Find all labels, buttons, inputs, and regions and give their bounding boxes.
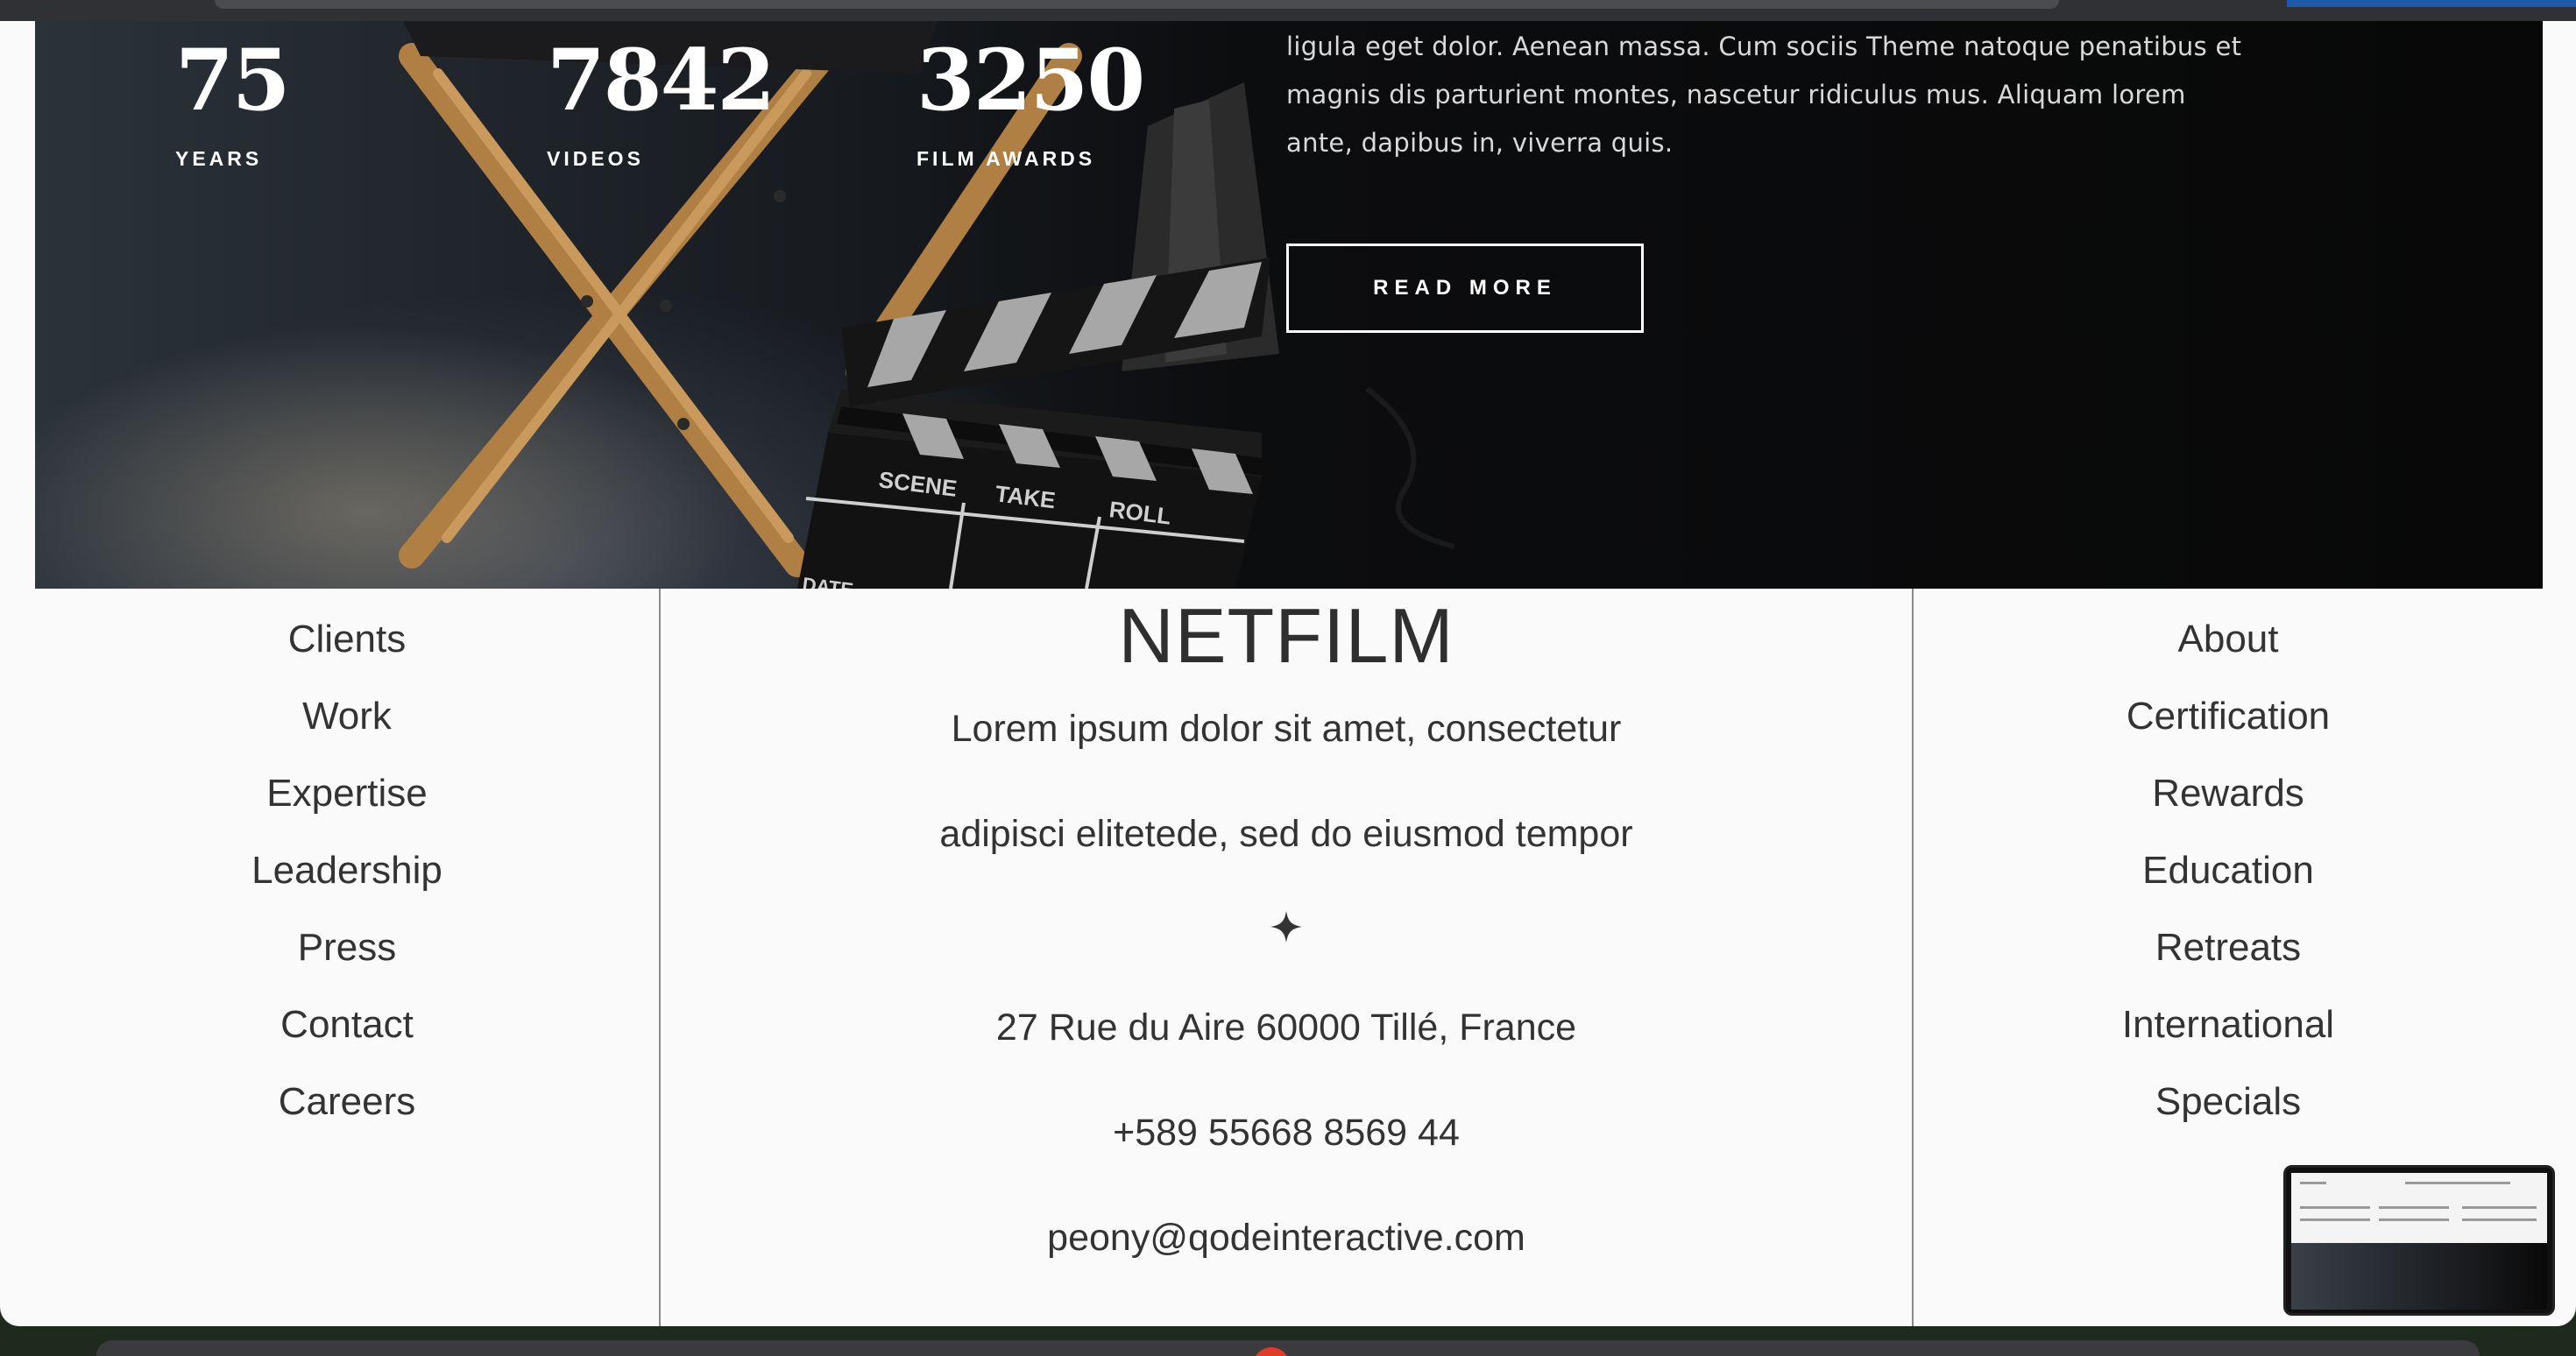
browser-top-bar <box>0 0 2576 23</box>
footer-link-specials[interactable]: Specials <box>1914 1063 2543 1141</box>
footer-link-rewards[interactable]: Rewards <box>1914 755 2543 832</box>
thumbnail-hero-area <box>2291 1243 2547 1310</box>
stat-years: 75 YEARS <box>175 31 291 171</box>
thumbnail-line <box>2379 1206 2449 1209</box>
stat-videos: 7842 VIDEOS <box>547 31 775 171</box>
thumbnail-line <box>2462 1206 2537 1209</box>
sparkle-icon <box>1270 911 1302 943</box>
footer-phone[interactable]: +589 55668 8569 44 <box>661 1106 1912 1159</box>
thumbnail-line <box>2300 1182 2326 1184</box>
dock-app-icon[interactable] <box>1253 1347 1290 1356</box>
footer-link-retreats[interactable]: Retreats <box>1914 909 2543 986</box>
footer-link-about[interactable]: About <box>1914 601 2543 678</box>
thumbnail-line <box>2462 1218 2537 1221</box>
footer-link-expertise[interactable]: Expertise <box>35 755 659 832</box>
footer-link-press[interactable]: Press <box>35 909 659 986</box>
read-more-button[interactable]: READ MORE <box>1286 244 1644 333</box>
screenshot-preview-thumbnail[interactable] <box>2283 1165 2555 1316</box>
footer-link-work[interactable]: Work <box>35 678 659 755</box>
footer-center-column: NETFILM Lorem ipsum dolor sit amet, cons… <box>661 589 1914 1326</box>
tagline-line-2: adipisci elitetede, sed do eiusmod tempo… <box>939 813 1633 855</box>
thumbnail-line <box>2300 1218 2370 1221</box>
stat-film-awards-label: FILM AWARDS <box>916 147 1096 170</box>
footer-link-international[interactable]: International <box>1914 986 2543 1063</box>
hero-description: ligula eget dolor. Aenean massa. Cum soc… <box>1286 32 2242 158</box>
stat-years-label: YEARS <box>175 147 263 170</box>
footer-email[interactable]: peony@qodeinteractive.com <box>661 1211 1912 1264</box>
footer-link-certification[interactable]: Certification <box>1914 678 2543 755</box>
footer-link-contact[interactable]: Contact <box>35 986 659 1063</box>
footer-left-nav: Clients Work Expertise Leadership Press … <box>35 589 659 1141</box>
stat-videos-value: 7842 <box>547 31 775 130</box>
site-footer: Clients Work Expertise Leadership Press … <box>0 589 2576 1326</box>
hero-section: SCENE TAKE ROLL DATE 75 YEARS 7842 VIDEO… <box>35 21 2543 589</box>
thumbnail-top-area <box>2291 1173 2547 1243</box>
tagline-line-1: Lorem ipsum dolor sit amet, consectetur <box>951 708 1622 750</box>
footer-link-careers[interactable]: Careers <box>35 1063 659 1141</box>
desktop-dock <box>96 1340 2480 1356</box>
stat-videos-label: VIDEOS <box>547 147 644 170</box>
brand-logo-text[interactable]: NETFILM <box>661 592 1912 680</box>
page-viewport: SCENE TAKE ROLL DATE 75 YEARS 7842 VIDEO… <box>0 21 2576 1326</box>
stat-years-value: 75 <box>175 31 291 130</box>
footer-link-education[interactable]: Education <box>1914 832 2543 909</box>
address-bar-edge <box>215 0 2059 9</box>
footer-address: 27 Rue du Aire 60000 Tillé, France <box>995 1006 1577 1049</box>
footer-left-column: Clients Work Expertise Leadership Press … <box>35 589 661 1326</box>
footer-link-clients[interactable]: Clients <box>35 601 659 678</box>
stat-film-awards: 3250 FILM AWARDS <box>916 31 1145 171</box>
stat-film-awards-value: 3250 <box>916 31 1145 130</box>
thumbnail-line <box>2379 1218 2449 1221</box>
browser-accent-edge <box>2287 0 2576 7</box>
footer-right-nav: About Certification Rewards Education Re… <box>1914 589 2543 1141</box>
footer-link-leadership[interactable]: Leadership <box>35 832 659 909</box>
thumbnail-line <box>2405 1182 2510 1184</box>
thumbnail-line <box>2300 1206 2370 1209</box>
